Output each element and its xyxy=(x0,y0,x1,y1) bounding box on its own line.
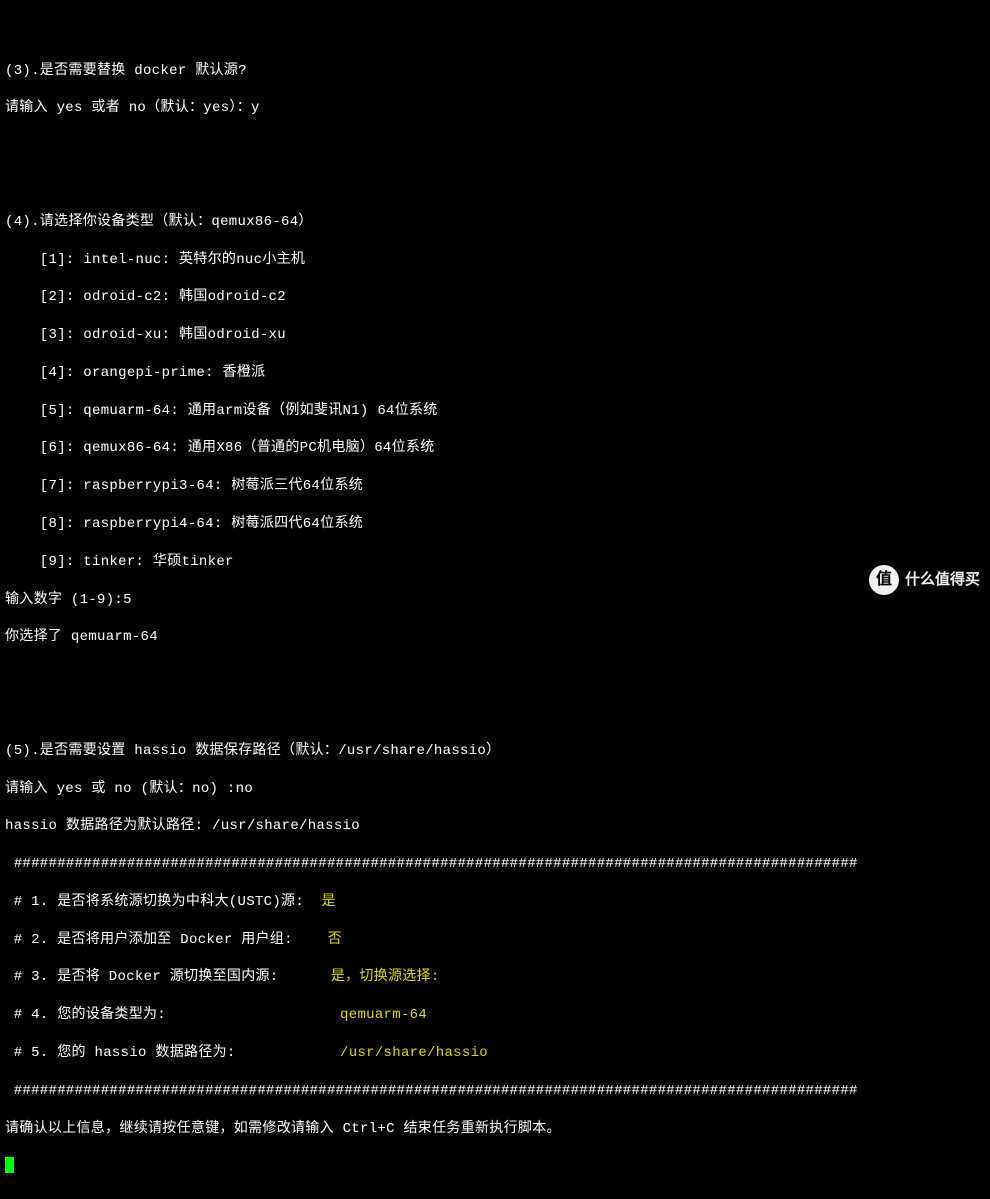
summary-value: /usr/share/hassio xyxy=(340,1045,488,1061)
q4-result: 你选择了 qemuarm-64 xyxy=(5,628,985,647)
cursor-line[interactable] xyxy=(5,1157,985,1180)
watermark-icon: 值 xyxy=(869,565,899,595)
q4-option-6: [6]: qemux86-64: 通用X86（普通的PC机电脑）64位系统 xyxy=(5,439,985,458)
confirm-prompt: 请确认以上信息，继续请按任意键，如需修改请输入 Ctrl+C 结束任务重新执行脚… xyxy=(5,1120,985,1139)
summary-label: # 5. 您的 hassio 数据路径为: xyxy=(5,1044,236,1063)
q4-option-7: [7]: raspberrypi3-64: 树莓派三代64位系统 xyxy=(5,477,985,496)
blank-line xyxy=(5,175,985,194)
q4-option-4: [4]: orangepi-prime: 香橙派 xyxy=(5,364,985,383)
summary-value: 是，切换源选择: xyxy=(331,969,440,985)
summary-label: # 3. 是否将 Docker 源切换至国内源: xyxy=(5,968,279,987)
blank-line xyxy=(5,704,985,723)
terminal-output: (3).是否需要替换 docker 默认源? 请输入 yes 或者 no（默认：… xyxy=(5,5,985,1199)
watermark: 值 什么值得买 xyxy=(869,565,980,595)
summary-row-2: # 2. 是否将用户添加至 Docker 用户组: 否 xyxy=(5,931,985,950)
summary-row-5: # 5. 您的 hassio 数据路径为: /usr/share/hassio xyxy=(5,1044,985,1063)
blank-line xyxy=(5,137,985,156)
summary-label: # 2. 是否将用户添加至 Docker 用户组: xyxy=(5,931,293,950)
summary-label: # 4. 您的设备类型为: xyxy=(5,1006,166,1025)
q4-input: 输入数字 (1-9):5 xyxy=(5,591,985,610)
q3-title: (3).是否需要替换 docker 默认源? xyxy=(5,62,985,81)
summary-row-4: # 4. 您的设备类型为: qemuarm-64 xyxy=(5,1006,985,1025)
q4-title: (4).请选择你设备类型（默认：qemux86-64） xyxy=(5,213,985,232)
divider-top: ########################################… xyxy=(5,855,985,874)
watermark-text: 什么值得买 xyxy=(905,570,980,590)
summary-value: 是 xyxy=(321,894,335,910)
q5-result: hassio 数据路径为默认路径: /usr/share/hassio xyxy=(5,817,985,836)
blank-line xyxy=(5,24,985,43)
blank-line xyxy=(5,666,985,685)
q3-prompt: 请输入 yes 或者 no（默认：yes）：y xyxy=(5,99,985,118)
divider-bottom: ########################################… xyxy=(5,1082,985,1101)
q4-option-2: [2]: odroid-c2: 韩国odroid-c2 xyxy=(5,288,985,307)
cursor-icon xyxy=(5,1157,14,1173)
summary-row-3: # 3. 是否将 Docker 源切换至国内源: 是，切换源选择: xyxy=(5,968,985,987)
q4-option-5: [5]: qemuarm-64: 通用arm设备（例如斐讯N1) 64位系统 xyxy=(5,402,985,421)
summary-row-1: # 1. 是否将系统源切换为中科大(USTC)源: 是 xyxy=(5,893,985,912)
q4-option-3: [3]: odroid-xu: 韩国odroid-xu xyxy=(5,326,985,345)
summary-value: 否 xyxy=(328,932,342,948)
summary-value: qemuarm-64 xyxy=(340,1007,427,1023)
q4-option-1: [1]: intel-nuc: 英特尔的nuc小主机 xyxy=(5,251,985,270)
summary-label: # 1. 是否将系统源切换为中科大(USTC)源: xyxy=(5,893,304,912)
q5-prompt: 请输入 yes 或 no (默认：no) :no xyxy=(5,780,985,799)
q4-option-8: [8]: raspberrypi4-64: 树莓派四代64位系统 xyxy=(5,515,985,534)
q5-title: (5).是否需要设置 hassio 数据保存路径（默认：/usr/share/h… xyxy=(5,742,985,761)
q4-option-9: [9]: tinker: 华硕tinker xyxy=(5,553,985,572)
